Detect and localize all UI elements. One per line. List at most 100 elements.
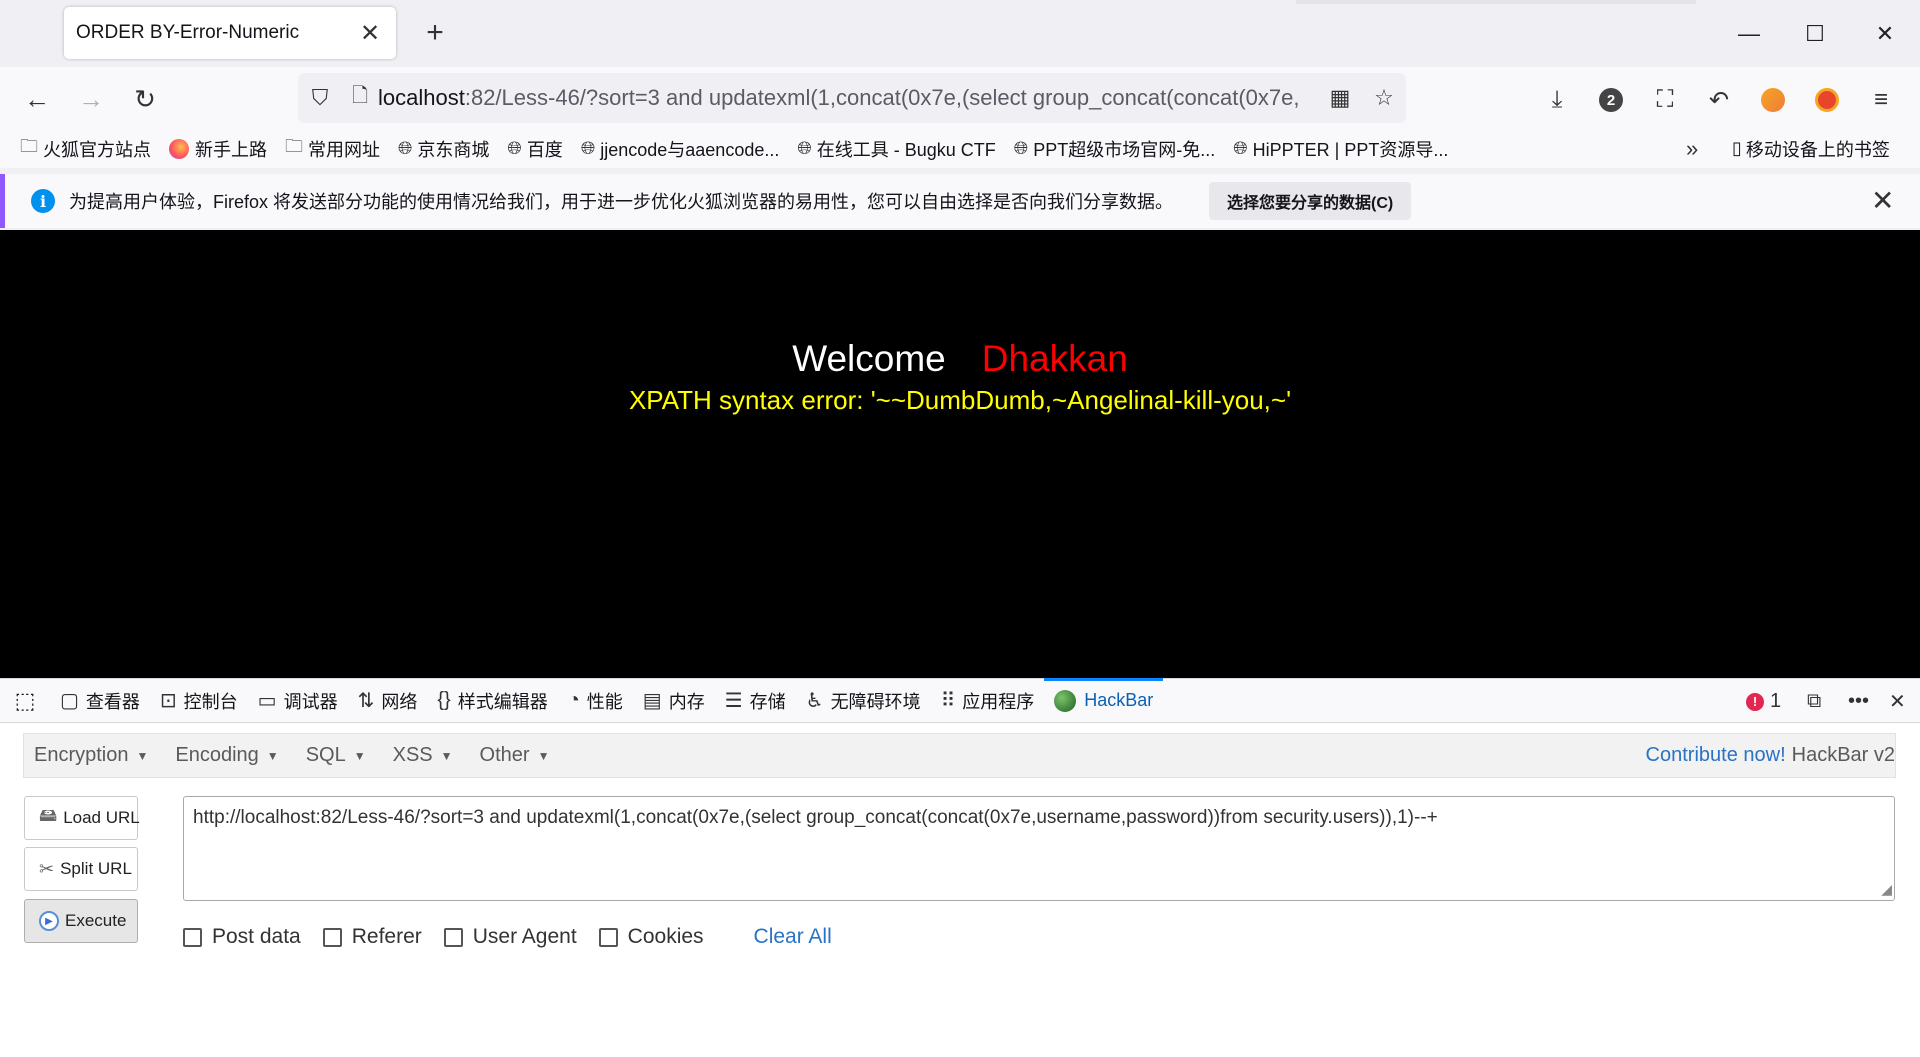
- url-text[interactable]: localhost:82/Less-46/?sort=3 and updatex…: [378, 85, 1318, 111]
- caret-down-icon: ▼: [353, 748, 366, 763]
- resize-grip-icon[interactable]: ◢: [1881, 881, 1892, 898]
- clear-all-link[interactable]: Clear All: [754, 925, 832, 949]
- execute-button[interactable]: ▶ Execute: [24, 899, 138, 943]
- extension-orb-icon[interactable]: [1754, 81, 1792, 119]
- menu-xss[interactable]: XSS ▼: [384, 744, 462, 767]
- url-host: localhost: [378, 85, 465, 110]
- tab-storage[interactable]: ☰ 存储: [715, 679, 796, 722]
- mobile-bookmarks[interactable]: ▯ 移动设备上的书签: [1732, 129, 1890, 168]
- welcome-text: Welcome: [792, 338, 946, 379]
- globe-icon: 🌐︎: [398, 138, 413, 158]
- dock-side-icon[interactable]: ⧉: [1807, 679, 1821, 724]
- info-icon: i: [31, 189, 55, 213]
- firefox-icon: [169, 138, 189, 159]
- element-picker-icon[interactable]: ⬚: [0, 688, 50, 714]
- page-content: Welcome Dhakkan XPATH syntax error: '~~Du…: [0, 230, 1920, 678]
- tab-style-editor[interactable]: {} 样式编辑器: [427, 679, 557, 722]
- notification-message: 为提高用户体验，Firefox 将发送部分功能的使用情况给我们，用于进一步优化火…: [69, 192, 1174, 212]
- back-button[interactable]: ←: [17, 79, 57, 119]
- debugger-icon: ▭: [257, 690, 277, 712]
- menu-hamburger-icon[interactable]: ≡: [1862, 81, 1900, 119]
- extension-blocker-icon[interactable]: [1808, 81, 1846, 119]
- choose-data-button[interactable]: 选择您要分享的数据(C): [1209, 182, 1412, 220]
- downloads-icon[interactable]: ⤓: [1538, 81, 1576, 119]
- caret-down-icon: ▼: [266, 748, 279, 763]
- forward-button[interactable]: →: [71, 79, 111, 119]
- xpath-error-message: XPATH syntax error: '~~DumbDumb,~Angelin…: [628, 385, 1292, 415]
- tab-accessibility[interactable]: ♿︎ 无障碍环境: [796, 679, 931, 722]
- browser-tab[interactable]: ORDER BY-Error-Numeric ✕: [64, 7, 396, 59]
- contribute-link[interactable]: Contribute now!: [1646, 744, 1786, 767]
- console-icon: ⊡: [159, 690, 177, 712]
- bookmark-item[interactable]: 🌐︎ 百度: [507, 136, 562, 162]
- new-tab-button[interactable]: +: [415, 14, 455, 54]
- bookmark-item[interactable]: 🌐︎ HiPPTER | PPT资源导...: [1233, 136, 1448, 162]
- tab-network[interactable]: ⇅ 网络: [348, 679, 428, 722]
- scissors-icon: ✂: [39, 858, 55, 879]
- tab-hackbar[interactable]: HackBar: [1044, 678, 1164, 722]
- extension-badge-icon[interactable]: 2: [1592, 81, 1630, 119]
- tab-memory[interactable]: ▤ 内存: [633, 679, 715, 722]
- navigation-bar: ← → ↻ ⛉ 🗋 localhost:82/Less-46/?sort=3 a…: [0, 67, 1920, 129]
- screenshot-crop-icon[interactable]: ⛶: [1646, 81, 1684, 119]
- tab-application[interactable]: ⠿ 应用程序: [931, 679, 1045, 722]
- tab-debugger[interactable]: ▭ 调试器: [248, 679, 348, 722]
- bookmarks-overflow-chevron-icon[interactable]: »: [1686, 129, 1698, 168]
- globe-icon: 🌐︎: [580, 138, 596, 158]
- qr-code-icon[interactable]: ▦: [1318, 85, 1362, 111]
- menu-other[interactable]: Other ▼: [471, 744, 559, 767]
- referer-checkbox[interactable]: Referer: [322, 925, 422, 949]
- cookies-checkbox[interactable]: Cookies: [598, 925, 704, 949]
- bookmark-item[interactable]: 🌐︎ 京东商城: [398, 136, 489, 162]
- undo-arrow-icon[interactable]: ↶: [1700, 81, 1738, 119]
- bookmark-item[interactable]: 🗀 火狐官方站点: [20, 134, 151, 164]
- page-info-icon[interactable]: 🗋: [342, 81, 378, 115]
- storage-icon: ☰: [724, 690, 743, 712]
- maximize-button[interactable]: ☐: [1782, 0, 1848, 67]
- play-icon: ▶: [39, 911, 59, 931]
- tracking-protection-shield-icon[interactable]: ⛉: [298, 85, 342, 111]
- globe-icon: 🌐︎: [507, 138, 522, 158]
- hackbar-icon: [1054, 689, 1077, 712]
- hackbar-url-value: http://localhost:82/Less-46/?sort=3 and …: [193, 807, 1438, 828]
- inspector-icon: ▢: [60, 690, 79, 712]
- user-agent-checkbox[interactable]: User Agent: [443, 925, 577, 949]
- post-data-checkbox[interactable]: Post data: [183, 925, 301, 949]
- bookmark-item[interactable]: 🗀 常用网址: [285, 134, 380, 164]
- bookmark-item[interactable]: 🌐︎ jjencode与aaencode...: [581, 136, 780, 162]
- tab-console[interactable]: ⊡ 控制台: [150, 679, 248, 722]
- bookmark-star-icon[interactable]: ☆: [1362, 85, 1406, 111]
- bookmark-item[interactable]: 🌐︎ PPT超级市场官网-免...: [1014, 136, 1215, 162]
- performance-icon: ◔: [567, 689, 580, 711]
- welcome-name: Dhakkan: [981, 338, 1128, 379]
- contribute-area: Contribute now! HackBar v2: [1646, 734, 1895, 777]
- devtools-close-icon[interactable]: ✕: [1889, 679, 1906, 724]
- bookmark-item[interactable]: 🌐︎ 在线工具 - Bugku CTF: [797, 136, 995, 162]
- menu-sql[interactable]: SQL ▼: [297, 744, 375, 767]
- split-url-button[interactable]: ✂ Split URL: [24, 847, 138, 891]
- network-icon: ⇅: [357, 690, 375, 712]
- load-url-icon: 🖴: [39, 805, 58, 825]
- accessibility-icon: ♿︎: [805, 690, 824, 712]
- bookmark-item[interactable]: 新手上路: [169, 136, 267, 162]
- url-bar[interactable]: ⛉ 🗋 localhost:82/Less-46/?sort=3 and upd…: [298, 73, 1406, 123]
- more-options-icon[interactable]: •••: [1848, 679, 1869, 724]
- memory-icon: ▤: [642, 690, 662, 712]
- load-url-button[interactable]: 🖴 Load URL: [24, 796, 140, 840]
- tab-inspector[interactable]: ▢ 查看器: [50, 679, 150, 722]
- tab-close-icon[interactable]: ✕: [356, 19, 384, 48]
- tab-title: ORDER BY-Error-Numeric: [76, 22, 300, 43]
- reload-button[interactable]: ↻: [125, 79, 165, 119]
- minimize-button[interactable]: —: [1716, 0, 1782, 67]
- notification-close-icon[interactable]: ✕: [1871, 184, 1894, 217]
- caret-down-icon: ▼: [440, 748, 453, 763]
- error-count[interactable]: ! 1: [1746, 679, 1781, 724]
- folder-icon: 🗀: [20, 135, 38, 156]
- hackbar-url-textarea[interactable]: http://localhost:82/Less-46/?sort=3 and …: [183, 796, 1895, 901]
- titlebar-decoration: [1296, 0, 1696, 4]
- window-close-button[interactable]: ✕: [1852, 0, 1918, 67]
- tab-strip: ORDER BY-Error-Numeric ✕ + — ☐ ✕: [0, 0, 1920, 67]
- menu-encryption[interactable]: Encryption ▼: [25, 744, 157, 767]
- tab-performance[interactable]: ◔ 性能: [558, 679, 633, 722]
- menu-encoding[interactable]: Encoding ▼: [166, 744, 287, 767]
